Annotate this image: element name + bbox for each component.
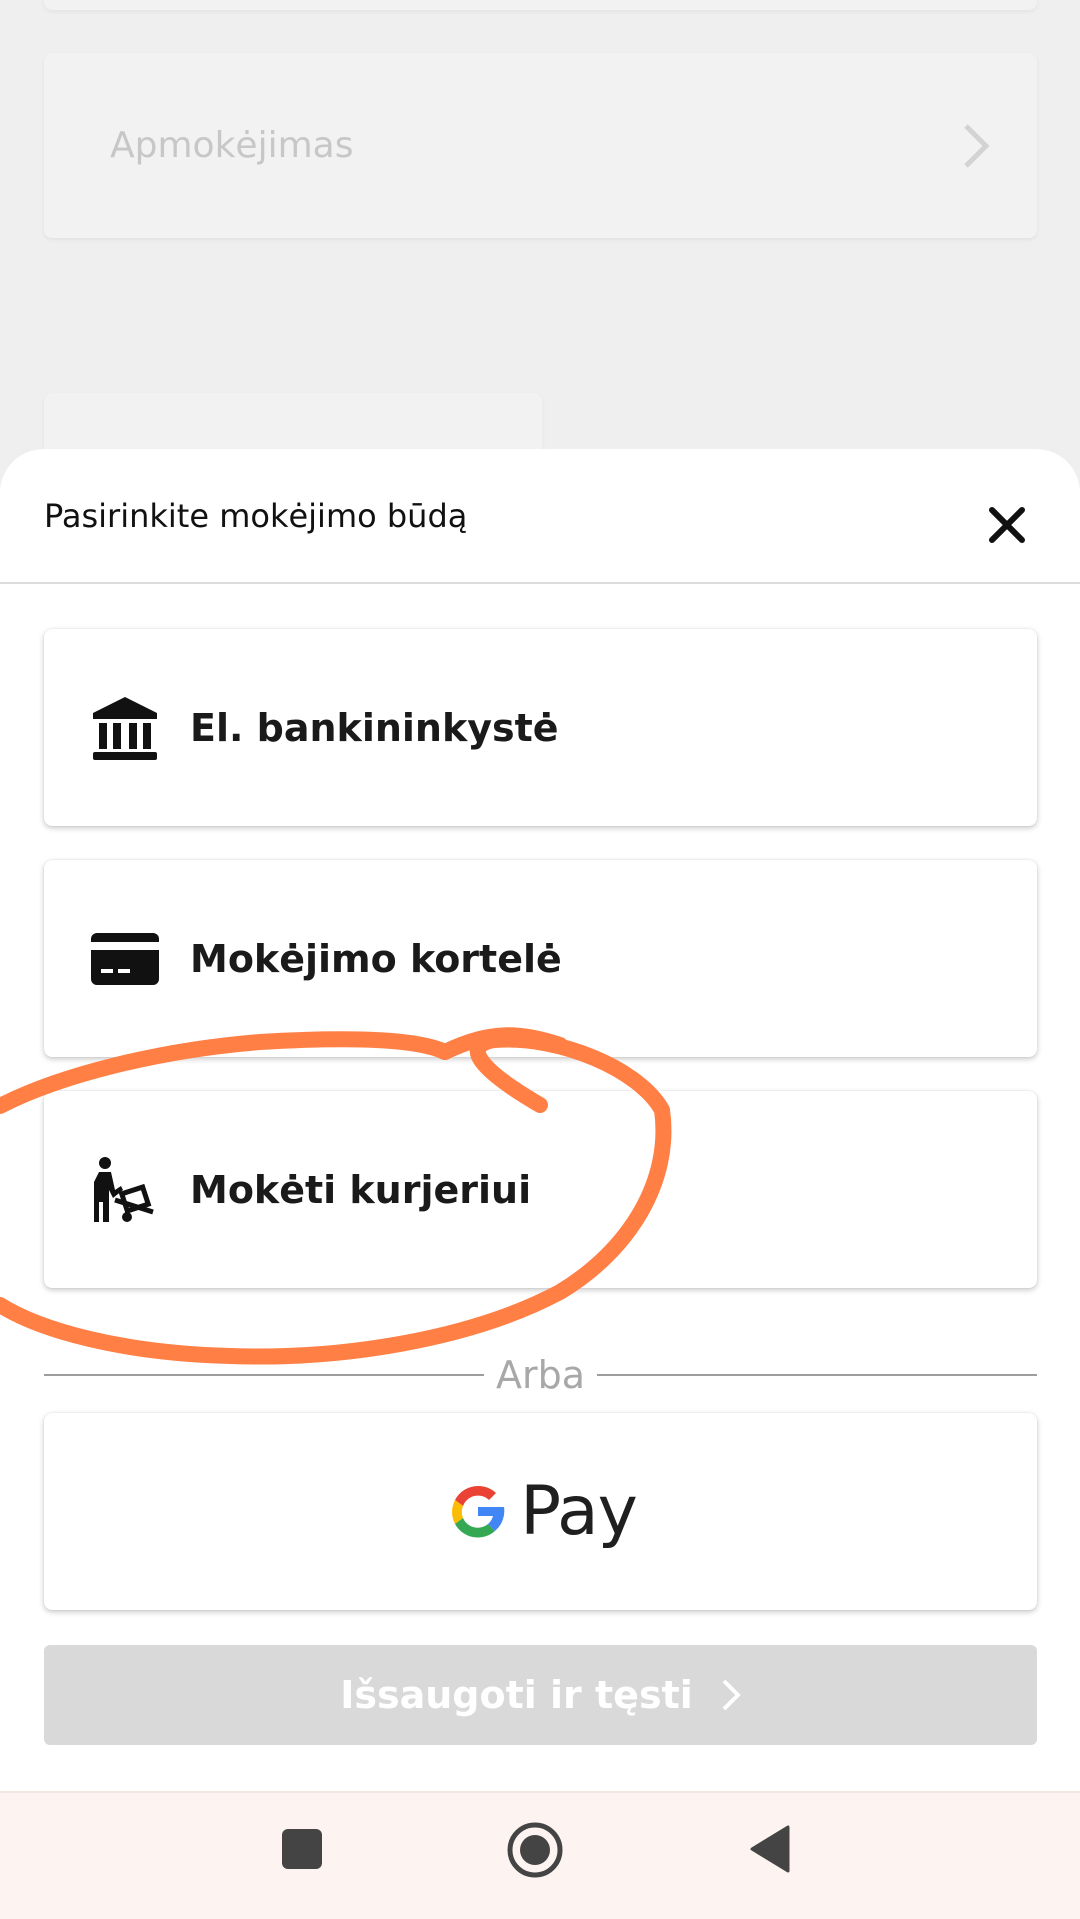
background-card <box>44 0 1037 10</box>
bank-icon <box>90 693 160 763</box>
option-label: Mokėti kurjeriui <box>190 1167 532 1212</box>
close-icon <box>989 507 1025 543</box>
system-navigation-bar <box>0 1791 1080 1919</box>
google-pay-button[interactable]: Pay <box>44 1413 1037 1610</box>
divider-text: Arba <box>495 1353 586 1397</box>
recents-button[interactable] <box>280 1827 324 1871</box>
close-button[interactable] <box>975 493 1039 557</box>
screen: Apmokėjimas Pasirinkite mokėjimo būdą El… <box>0 0 1080 1919</box>
option-pay-courier[interactable]: Mokėti kurjeriui <box>44 1091 1037 1288</box>
payment-method-sheet: Pasirinkite mokėjimo būdą El. bankininky… <box>0 449 1080 1791</box>
or-divider: Arba <box>44 1350 1037 1400</box>
home-button[interactable] <box>506 1821 564 1879</box>
sheet-header: Pasirinkite mokėjimo būdą <box>0 449 1080 584</box>
chevron-right-icon <box>961 121 991 171</box>
option-bank-transfer[interactable]: El. bankininkystė <box>44 629 1037 826</box>
background-payment-row: Apmokėjimas <box>44 53 1037 238</box>
chevron-right-icon <box>721 1678 741 1712</box>
save-button-label: Išsaugoti ir tęsti <box>340 1673 693 1717</box>
option-payment-card[interactable]: Mokėjimo kortelė <box>44 860 1037 1057</box>
triangle-back-icon <box>750 1825 790 1873</box>
background-payment-label: Apmokėjimas <box>110 125 354 166</box>
sheet-title: Pasirinkite mokėjimo būdą <box>44 497 468 535</box>
option-label: El. bankininkystė <box>190 705 559 750</box>
circle-home-icon <box>507 1822 563 1878</box>
gpay-label: Pay <box>520 1472 638 1551</box>
back-button[interactable] <box>746 1823 792 1875</box>
credit-card-icon <box>90 924 160 994</box>
save-and-continue-button[interactable]: Išsaugoti ir tęsti <box>44 1645 1037 1745</box>
option-label: Mokėjimo kortelė <box>190 936 562 981</box>
courier-dolly-icon <box>90 1155 160 1225</box>
square-recents-icon <box>282 1829 322 1869</box>
google-g-icon <box>452 1485 505 1538</box>
